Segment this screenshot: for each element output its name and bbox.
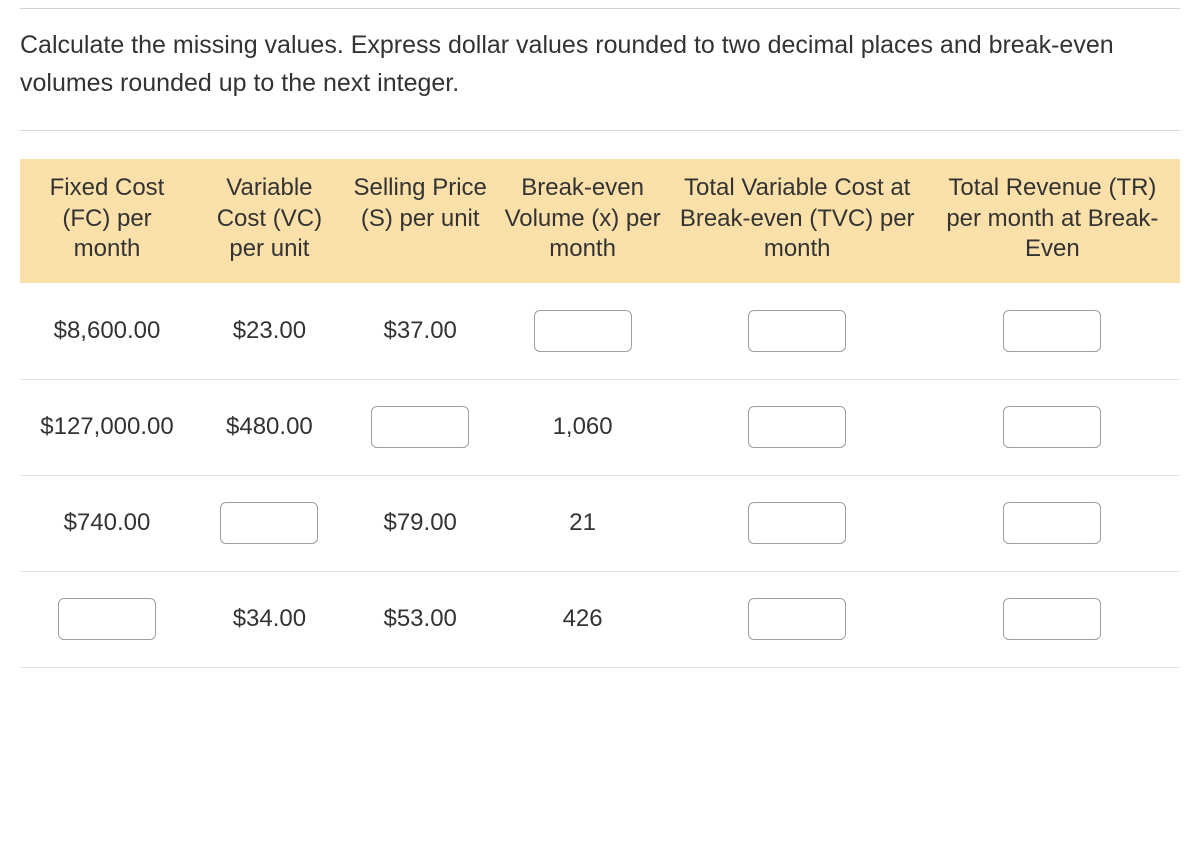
header-selling-price: Selling Price (S) per unit xyxy=(345,159,496,283)
value-x: 426 xyxy=(563,605,603,632)
header-breakeven-volume: Break-even Volume (x) per month xyxy=(496,159,670,283)
value-fc: $127,000.00 xyxy=(40,413,173,440)
breakeven-table: Fixed Cost (FC) per month Variable Cost … xyxy=(20,159,1180,668)
cell-fc: $8,600.00 xyxy=(20,283,194,379)
input-fc[interactable] xyxy=(58,598,156,640)
header-total-variable-cost: Total Variable Cost at Break-even (TVC) … xyxy=(670,159,925,283)
input-tr[interactable] xyxy=(1003,598,1101,640)
value-s: $53.00 xyxy=(383,605,456,632)
input-tvc[interactable] xyxy=(748,502,846,544)
table-row: $740.00 $79.00 21 xyxy=(20,475,1180,571)
cell-vc: $34.00 xyxy=(194,571,345,667)
cell-x xyxy=(496,283,670,379)
table-body: $8,600.00 $23.00 $37.00 $127,000.00 $480.00 1… xyxy=(20,283,1180,667)
cell-s: $53.00 xyxy=(345,571,496,667)
input-tr[interactable] xyxy=(1003,406,1101,448)
cell-fc: $127,000.00 xyxy=(20,379,194,475)
value-fc: $8,600.00 xyxy=(54,317,161,344)
cell-tvc xyxy=(670,475,925,571)
table-header-row: Fixed Cost (FC) per month Variable Cost … xyxy=(20,159,1180,283)
cell-x: 1,060 xyxy=(496,379,670,475)
value-s: $79.00 xyxy=(383,509,456,536)
cell-fc: $740.00 xyxy=(20,475,194,571)
cell-s: $79.00 xyxy=(345,475,496,571)
input-tr[interactable] xyxy=(1003,310,1101,352)
cell-s xyxy=(345,379,496,475)
breakeven-table-container: Fixed Cost (FC) per month Variable Cost … xyxy=(0,131,1200,668)
cell-tvc xyxy=(670,571,925,667)
input-tvc[interactable] xyxy=(748,406,846,448)
input-tvc[interactable] xyxy=(748,310,846,352)
header-fixed-cost: Fixed Cost (FC) per month xyxy=(20,159,194,283)
table-row: $127,000.00 $480.00 1,060 xyxy=(20,379,1180,475)
table-row: $8,600.00 $23.00 $37.00 xyxy=(20,283,1180,379)
cell-vc xyxy=(194,475,345,571)
cell-tr xyxy=(925,571,1180,667)
instructions-text: Calculate the missing values. Express do… xyxy=(0,9,1200,130)
cell-x: 21 xyxy=(496,475,670,571)
input-tvc[interactable] xyxy=(748,598,846,640)
cell-tvc xyxy=(670,379,925,475)
cell-fc xyxy=(20,571,194,667)
value-vc: $34.00 xyxy=(233,605,306,632)
value-x: 21 xyxy=(569,509,596,536)
input-tr[interactable] xyxy=(1003,502,1101,544)
cell-x: 426 xyxy=(496,571,670,667)
cell-tvc xyxy=(670,283,925,379)
value-x: 1,060 xyxy=(553,413,613,440)
value-vc: $480.00 xyxy=(226,413,313,440)
value-s: $37.00 xyxy=(383,317,456,344)
header-total-revenue: Total Revenue (TR) per month at Break-Ev… xyxy=(925,159,1180,283)
cell-tr xyxy=(925,475,1180,571)
value-fc: $740.00 xyxy=(64,509,151,536)
input-x[interactable] xyxy=(534,310,632,352)
value-vc: $23.00 xyxy=(233,317,306,344)
cell-vc: $480.00 xyxy=(194,379,345,475)
cell-tr xyxy=(925,379,1180,475)
cell-vc: $23.00 xyxy=(194,283,345,379)
header-variable-cost: Variable Cost (VC) per unit xyxy=(194,159,345,283)
cell-tr xyxy=(925,283,1180,379)
input-vc[interactable] xyxy=(220,502,318,544)
table-row: $34.00 $53.00 426 xyxy=(20,571,1180,667)
input-s[interactable] xyxy=(371,406,469,448)
cell-s: $37.00 xyxy=(345,283,496,379)
